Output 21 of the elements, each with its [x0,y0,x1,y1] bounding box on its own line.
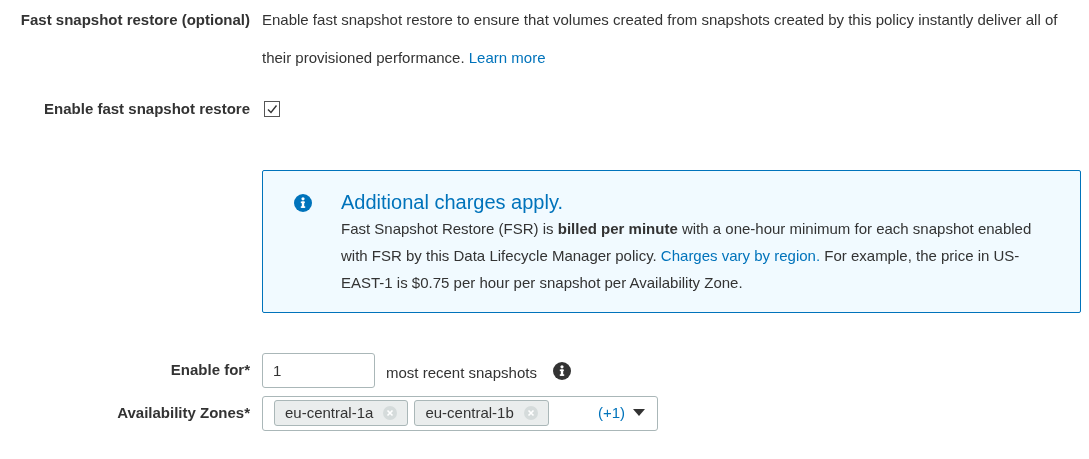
description-text: Enable fast snapshot restore to ensure that volumes created from snapshots created by this policy instantly deliver all of their provisioned performance. Learn more [262,10,1059,68]
info-icon [294,193,312,212]
suffix-text: most recent snapshots [386,362,537,383]
charges-link[interactable]: Charges vary by region. [660,246,821,264]
alert-title: Additional charges apply. [341,190,564,213]
field-label: Availability Zones* [117,403,250,421]
caret-icon [633,409,645,417]
field-label: Enable for* [170,360,250,378]
number-input[interactable]: 1 [262,352,375,388]
alert-text: Fast Snapshot Restore (FSR) is billed per minute with a one-hour minimum for each snapshot enabled with FSR by this Data Lifecycle Manager policy. Charges vary by region. For example, the price in US-EAST-1 is $0.75 per hour per snapshot per Availability Zone. [341,218,1033,293]
info-icon [552,362,571,380]
multiselect-field[interactable]: eu-central-1a eu-central-1b (+1) [262,395,658,431]
field-label: Fast snapshot restore (optional) [20,11,250,28]
checkbox-label: Enable fast snapshot restore [44,100,250,117]
more-count: (+1) [597,402,625,423]
remove-icon[interactable] [523,406,538,420]
learn-more-link[interactable]: Learn more [468,49,546,66]
token-label: eu-central-1a [285,402,374,423]
token-label: eu-central-1b [425,402,514,423]
remove-icon[interactable] [383,406,398,420]
checkbox[interactable] [264,101,280,118]
